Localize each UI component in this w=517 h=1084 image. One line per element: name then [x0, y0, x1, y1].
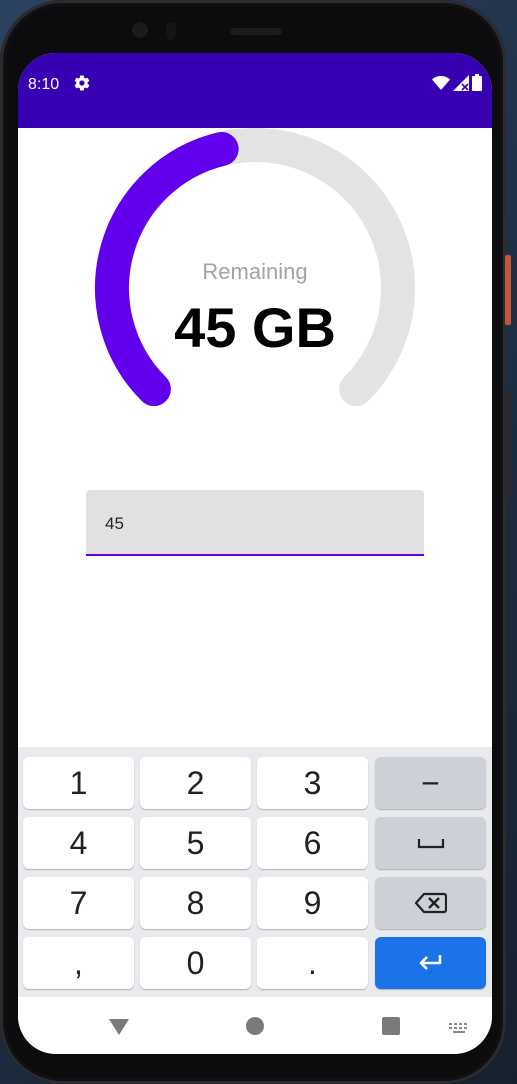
key-6[interactable]: 6	[257, 817, 368, 869]
volume-rocker[interactable]	[505, 390, 511, 500]
key-minus[interactable]: −	[375, 757, 486, 809]
status-time: 8:10	[28, 76, 60, 93]
key-label: 4	[69, 824, 88, 861]
power-button[interactable]	[505, 255, 511, 325]
earpiece-speaker	[230, 28, 282, 35]
gauge-value: 45 GB	[174, 296, 336, 359]
gigabytes-input[interactable]: 45	[86, 490, 424, 556]
key-2[interactable]: 2	[140, 757, 251, 809]
status-bar: 8:10	[18, 53, 492, 128]
front-camera	[128, 18, 152, 42]
key-enter[interactable]	[375, 937, 486, 989]
wifi-icon	[432, 75, 450, 90]
key-8[interactable]: 8	[140, 877, 251, 929]
input-value: 45	[105, 514, 124, 533]
key-space[interactable]	[375, 817, 486, 869]
key-label: 9	[303, 884, 322, 921]
key-label: 6	[303, 824, 322, 861]
key-label: 1	[69, 764, 88, 801]
recents-icon[interactable]	[379, 1014, 403, 1038]
back-icon[interactable]	[107, 1014, 131, 1038]
key-9[interactable]: 9	[257, 877, 368, 929]
key-label: 3	[303, 764, 322, 801]
key-label: 0	[186, 944, 205, 981]
proximity-sensor	[166, 22, 176, 40]
numeric-keyboard: 1 2 3 − 4 5 6 7 8 9 , 0 .	[18, 747, 492, 997]
key-label: .	[308, 944, 317, 981]
key-5[interactable]: 5	[140, 817, 251, 869]
key-label: 7	[69, 884, 88, 921]
key-3[interactable]: 3	[257, 757, 368, 809]
navigation-bar	[18, 997, 492, 1054]
phone-frame: 8:10 Remaining 45 GB 45 1 2 3 − 4 5 6 7 …	[0, 0, 511, 1084]
enter-icon	[419, 955, 441, 970]
key-7[interactable]: 7	[23, 877, 134, 929]
key-4[interactable]: 4	[23, 817, 134, 869]
key-backspace[interactable]	[375, 877, 486, 929]
battery-icon	[472, 74, 482, 91]
key-label: −	[421, 764, 440, 801]
key-period[interactable]: .	[257, 937, 368, 989]
gauge-caption: Remaining	[202, 259, 308, 284]
status-icons	[432, 74, 482, 91]
key-0[interactable]: 0	[140, 937, 251, 989]
cellular-signal-icon	[453, 74, 469, 91]
keyboard-switch-icon[interactable]	[448, 1017, 472, 1041]
storage-gauge: Remaining 45 GB	[18, 128, 492, 428]
key-label: 2	[186, 764, 205, 801]
settings-icon	[74, 75, 90, 91]
key-label: 8	[186, 884, 205, 921]
key-comma[interactable]: ,	[23, 937, 134, 989]
device-screen: 8:10 Remaining 45 GB 45 1 2 3 − 4 5 6 7 …	[18, 53, 492, 1054]
key-1[interactable]: 1	[23, 757, 134, 809]
key-label: ,	[74, 944, 83, 981]
key-label: 5	[186, 824, 205, 861]
space-icon	[417, 839, 444, 849]
backspace-icon	[414, 892, 447, 914]
home-icon[interactable]	[243, 1014, 267, 1038]
